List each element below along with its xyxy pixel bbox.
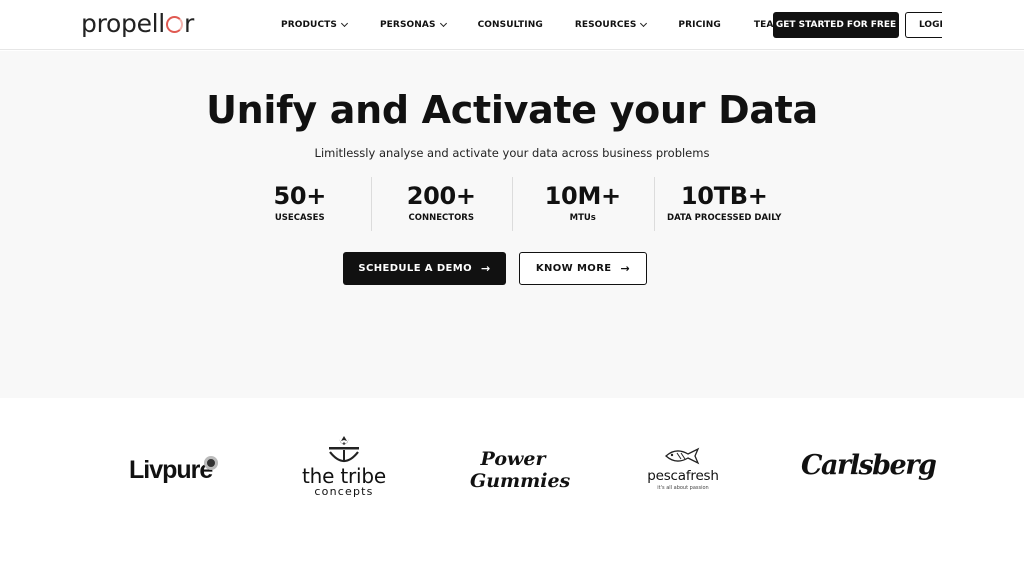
nav-pricing-label: PRICING bbox=[678, 20, 721, 30]
stats-row: 50+ USECASES 200+ CONNECTORS 10M+ MTUs 1… bbox=[229, 177, 795, 231]
know-more-label: KNOW MORE bbox=[535, 263, 612, 274]
stat-value: 10M+ bbox=[544, 182, 622, 210]
schedule-demo-button[interactable]: SCHEDULE A DEMO → bbox=[343, 252, 506, 285]
arrow-right-icon: → bbox=[481, 262, 491, 275]
stat-label: USECASES bbox=[274, 213, 325, 223]
arrow-right-icon: → bbox=[620, 262, 631, 275]
power-gummies-logo: Power Gummies bbox=[470, 448, 571, 492]
stat-value: 50+ bbox=[273, 182, 327, 210]
login-button[interactable]: LOGIN bbox=[905, 12, 942, 38]
nav-resources[interactable]: RESOURCES bbox=[574, 19, 648, 30]
get-started-button[interactable]: GET STARTED FOR FREE bbox=[773, 12, 899, 38]
carlsberg-logo: Carlsberg bbox=[801, 450, 937, 481]
know-more-button[interactable]: KNOW MORE → bbox=[519, 252, 647, 285]
logo-text-end: r bbox=[183, 9, 194, 38]
schedule-demo-label: SCHEDULE A DEMO bbox=[358, 263, 473, 274]
livpure-dot-icon bbox=[204, 456, 218, 470]
stat-label: DATA PROCESSED DAILY bbox=[667, 213, 782, 223]
stat-label: CONNECTORS bbox=[408, 213, 474, 223]
client-logos-section: Livpure the tribe concepts Power Gummies… bbox=[0, 398, 1024, 576]
gummies-word-2: Gummies bbox=[470, 470, 571, 492]
logo-ring-icon bbox=[165, 16, 183, 33]
the-tribe-concepts-logo: the tribe concepts bbox=[298, 434, 390, 498]
hero-subtitle: Limitlessly analyse and activate your da… bbox=[314, 146, 710, 160]
nav-products[interactable]: PRODUCTS bbox=[281, 19, 349, 30]
nav-products-label: PRODUCTS bbox=[281, 20, 337, 30]
nav-pricing[interactable]: PRICING bbox=[678, 20, 720, 30]
livpure-logo: Livpure bbox=[129, 456, 218, 485]
gummies-word-1: Power bbox=[480, 448, 546, 470]
chevron-down-icon bbox=[439, 19, 447, 28]
nav-personas-label: PERSONAS bbox=[379, 20, 436, 30]
fish-icon bbox=[665, 447, 700, 465]
nav-consulting-label: CONSULTING bbox=[477, 20, 543, 30]
site-header: propell r PRODUCTS PERSONAS CONSULTING RE… bbox=[0, 0, 1024, 50]
logo-text-start: propell bbox=[81, 9, 165, 38]
nav-personas[interactable]: PERSONAS bbox=[379, 19, 447, 30]
pescafresh-logo: pescafresh it's all about passion bbox=[643, 446, 723, 491]
tribe-bowl-icon bbox=[329, 436, 359, 463]
stat-value: 10TB+ bbox=[680, 182, 768, 210]
stat-usecases: 50+ USECASES bbox=[229, 177, 371, 231]
nav-consulting[interactable]: CONSULTING bbox=[478, 20, 543, 30]
propellor-logo[interactable]: propell r bbox=[81, 9, 194, 38]
hero-title: Unify and Activate your Data bbox=[206, 88, 818, 132]
stat-data-processed: 10TB+ DATA PROCESSED DAILY bbox=[653, 177, 796, 231]
pescafresh-tagline: it's all about passion bbox=[657, 485, 709, 491]
hero-section: Unify and Activate your Data Limitlessly… bbox=[0, 51, 1024, 398]
carlsberg-wordmark: Carlsberg bbox=[801, 450, 937, 481]
livpure-wordmark: Livpure bbox=[129, 456, 213, 484]
stat-value: 200+ bbox=[406, 182, 476, 210]
stat-label: MTUs bbox=[569, 213, 596, 223]
nav-resources-label: RESOURCES bbox=[574, 20, 637, 30]
stat-mtus: 10M+ MTUs bbox=[512, 177, 654, 231]
pescafresh-wordmark: pescafresh bbox=[647, 468, 719, 484]
main-nav: PRODUCTS PERSONAS CONSULTING RESOURCES P… bbox=[281, 0, 794, 50]
chevron-down-icon bbox=[340, 19, 349, 28]
stat-connectors: 200+ CONNECTORS bbox=[370, 177, 513, 231]
chevron-down-icon bbox=[640, 19, 648, 28]
